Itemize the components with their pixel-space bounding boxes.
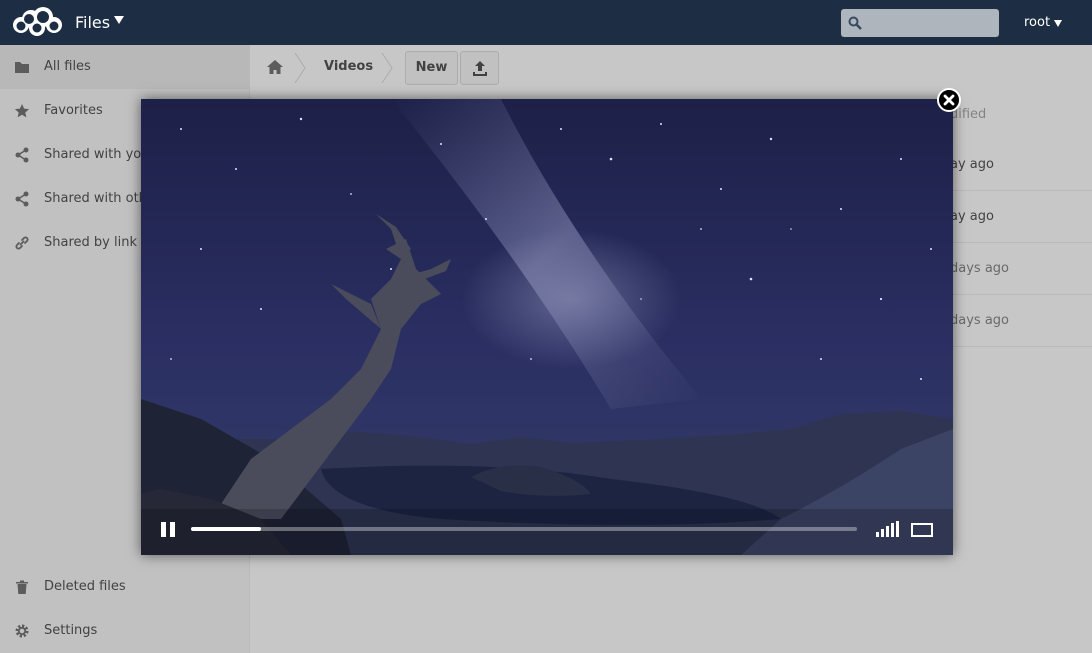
- video-player[interactable]: [141, 99, 953, 555]
- owncloud-logo-icon[interactable]: [11, 7, 63, 37]
- search-input[interactable]: [867, 9, 995, 37]
- close-x-glyph: [943, 94, 955, 106]
- fullscreen-icon[interactable]: [911, 523, 933, 537]
- app-menu-title[interactable]: Files: [75, 12, 110, 34]
- search-icon: [848, 16, 862, 30]
- user-menu-caret-icon[interactable]: [1054, 20, 1062, 27]
- video-progress-fill: [191, 527, 261, 531]
- top-header: Files root: [0, 0, 1092, 45]
- close-icon[interactable]: [937, 88, 961, 112]
- app-menu-caret-icon[interactable]: [114, 16, 124, 24]
- pause-button[interactable]: [161, 522, 177, 537]
- video-frame: [141, 99, 953, 555]
- video-progress-bar[interactable]: [191, 527, 857, 531]
- user-menu-name[interactable]: root: [1024, 15, 1050, 30]
- search-box[interactable]: [841, 9, 999, 37]
- volume-icon[interactable]: [876, 521, 900, 537]
